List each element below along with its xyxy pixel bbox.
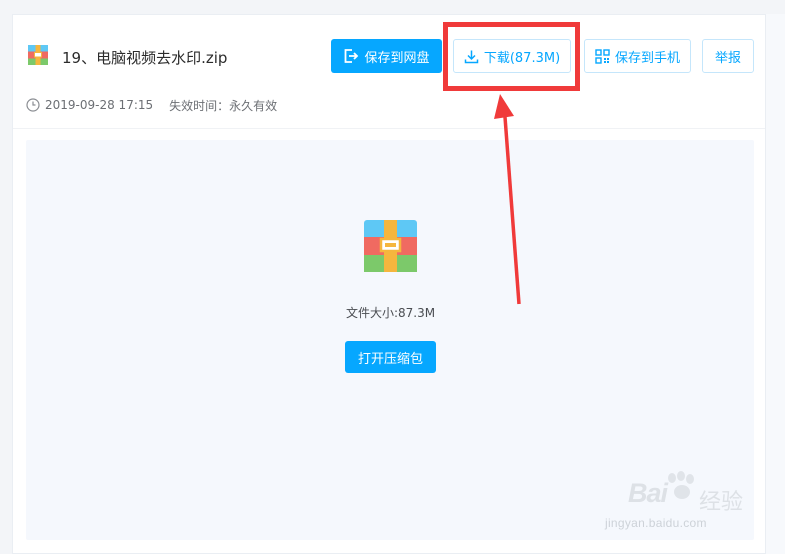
save-to-cloud-label: 保存到网盘 (364, 50, 430, 66)
expire-time: 失效时间：永久有效 (169, 98, 278, 113)
save-to-cloud-icon (345, 49, 359, 63)
save-to-cloud-button[interactable]: 保存到网盘 (331, 39, 442, 73)
report-button[interactable]: 举报 (702, 39, 754, 73)
file-meta: 2019-09-28 17:15 失效时间：永久有效 (26, 96, 277, 114)
archive-icon (28, 45, 48, 65)
download-highlight-box (443, 22, 580, 91)
upload-date: 2019-09-28 17:15 (45, 98, 154, 112)
save-to-phone-label: 保存到手机 (614, 50, 680, 66)
archive-icon (364, 220, 417, 272)
page-scroll-gutter (766, 14, 785, 554)
open-archive-label: 打开压缩包 (357, 351, 423, 367)
header-divider (13, 128, 765, 129)
watermark-brand-cn: 经验 (699, 490, 744, 515)
qr-code-icon (595, 48, 610, 64)
watermark-brand: Bai (628, 478, 668, 508)
report-label: 举报 (714, 50, 741, 66)
file-name: 19、电脑视频去水印.zip (62, 49, 228, 67)
save-to-phone-button[interactable]: 保存到手机 (584, 39, 691, 73)
clock-icon (26, 98, 40, 112)
watermark-url: jingyan.baidu.com (605, 516, 707, 530)
open-archive-button[interactable]: 打开压缩包 (345, 341, 436, 373)
